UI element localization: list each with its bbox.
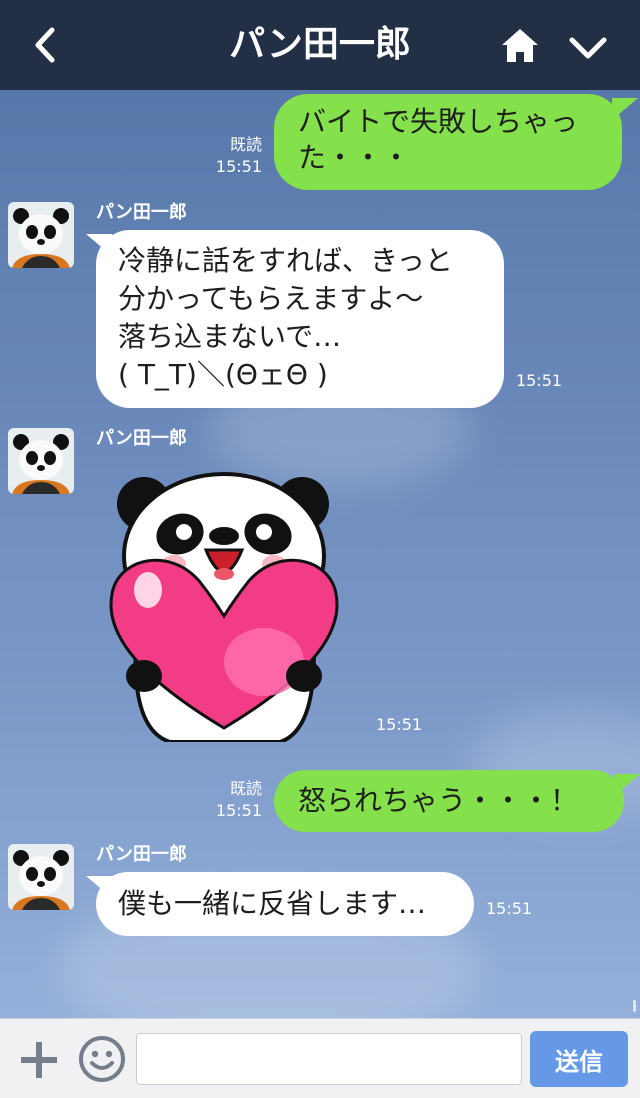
panda-heart-sticker[interactable] <box>104 466 344 744</box>
message-time: 15:51 <box>215 157 262 176</box>
message-time: 15:51 <box>486 899 533 918</box>
message-line: 分かってもらえますよ〜 <box>118 282 424 315</box>
outgoing-message-bubble[interactable]: 怒られちゃう・・・！ <box>274 770 624 832</box>
sender-name: パン田一郎 <box>96 428 187 449</box>
message-text: 怒られちゃう・・・！ <box>298 784 579 817</box>
add-attachment-button[interactable] <box>18 1039 60 1081</box>
emoji-button[interactable] <box>78 1035 126 1083</box>
message-input[interactable] <box>136 1033 522 1085</box>
sender-name: パン田一郎 <box>96 202 187 223</box>
read-receipt: 既読 <box>229 779 262 798</box>
message-line: 冷静に話をすれば、きっと <box>118 244 453 277</box>
message-meta: 既読 15:51 <box>182 778 262 822</box>
message-meta: 既読 15:51 <box>182 134 262 178</box>
home-icon <box>502 29 538 62</box>
avatar[interactable] <box>8 428 74 494</box>
incoming-message-bubble[interactable]: 冷静に話をすれば、きっと 分かってもらえますよ〜 落ち込まないで… ( T_T)… <box>96 230 504 408</box>
message-text: 僕も一緒に反省します… <box>118 887 427 920</box>
incoming-message-bubble[interactable]: 僕も一緒に反省します… <box>96 872 474 936</box>
smiley-icon <box>79 1036 125 1082</box>
message-line: 落ち込まないで… <box>118 320 342 353</box>
home-button[interactable] <box>498 24 542 68</box>
message-time: 15:51 <box>376 715 423 734</box>
sender-name: パン田一郎 <box>96 844 187 865</box>
menu-dropdown-button[interactable] <box>566 26 610 70</box>
message-composer: 送信 <box>0 1018 640 1098</box>
plus-icon <box>21 1042 57 1078</box>
message-time: 15:51 <box>215 801 262 820</box>
scroll-indicator[interactable] <box>633 1000 636 1012</box>
chevron-left-icon <box>35 27 55 63</box>
send-button[interactable]: 送信 <box>530 1031 628 1087</box>
read-receipt: 既読 <box>229 135 262 154</box>
chat-title: パン田一郎 <box>229 24 411 65</box>
chat-header: パン田一郎 <box>0 0 640 90</box>
avatar[interactable] <box>8 844 74 910</box>
panda-heart-sticker-icon <box>109 472 339 744</box>
panda-avatar-icon <box>8 844 74 910</box>
panda-avatar-icon <box>8 428 74 494</box>
chat-area[interactable]: 既読 15:51 バイトで失敗しちゃった・・・ パン田一郎 冷静に話をすれば、き… <box>0 90 640 1018</box>
panda-avatar-icon <box>8 202 74 268</box>
message-line: ( T_T)＼(ΘェΘ ) <box>118 358 328 391</box>
chevron-down-icon <box>569 37 607 59</box>
avatar[interactable] <box>8 202 74 268</box>
back-button[interactable] <box>24 22 70 68</box>
message-text: バイトで失敗しちゃった・・・ <box>298 105 579 174</box>
message-time: 15:51 <box>516 371 563 390</box>
outgoing-message-bubble[interactable]: バイトで失敗しちゃった・・・ <box>274 94 622 190</box>
